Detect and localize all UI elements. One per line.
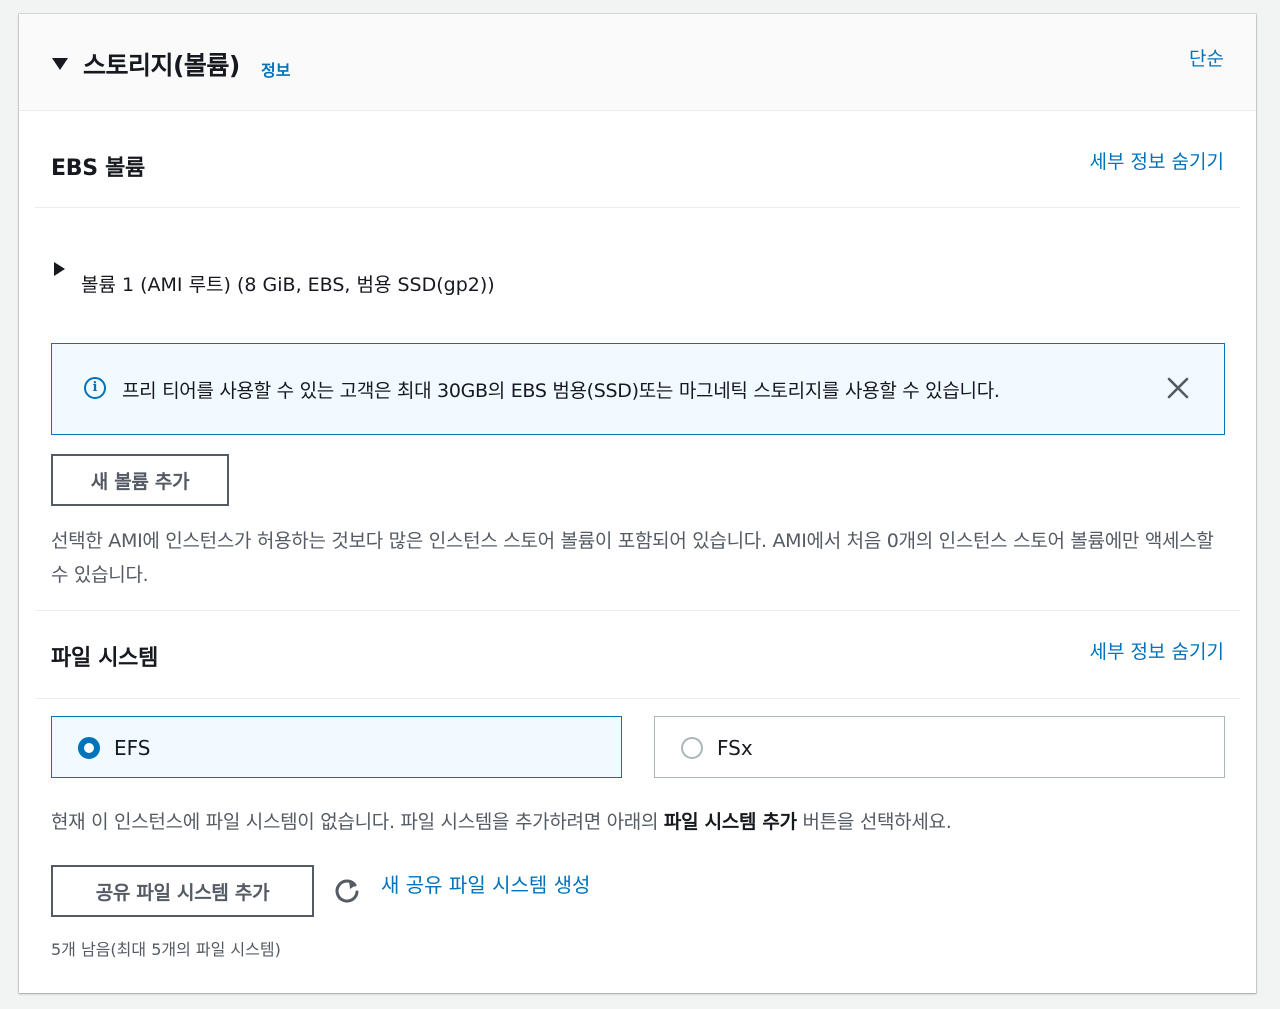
info-circle-icon: i: [84, 377, 106, 399]
ebs-hide-details-link[interactable]: 세부 정보 숨기기: [1090, 147, 1224, 174]
caret-down-icon[interactable]: [52, 58, 68, 70]
fsx-label: FSx: [717, 736, 753, 760]
fsx-radio-button[interactable]: [681, 737, 703, 759]
note-bold: 파일 시스템 추가: [663, 811, 797, 833]
efs-radio-button[interactable]: [78, 737, 100, 759]
free-tier-info-alert: i 프리 티어를 사용할 수 있는 고객은 최대 30GB의 EBS 범용(SS…: [51, 343, 1225, 435]
fsx-radio-tile[interactable]: FSx: [654, 716, 1225, 778]
alert-text: 프리 티어를 사용할 수 있는 고객은 최대 30GB의 EBS 범용(SSD)…: [122, 380, 1000, 402]
info-link[interactable]: 정보: [261, 57, 290, 81]
volume-1-item[interactable]: 볼륨 1 (AMI 루트) (8 GiB, EBS, 범용 SSD(gp2)): [81, 270, 495, 297]
section-title: 스토리지(볼륨): [83, 51, 240, 80]
add-shared-file-system-button[interactable]: 공유 파일 시스템 추가: [51, 865, 314, 917]
note-suffix: 버튼을 선택하세요.: [796, 811, 952, 833]
close-icon[interactable]: [1166, 376, 1190, 400]
file-system-note: 현재 이 인스턴스에 파일 시스템이 없습니다. 파일 시스템을 추가하려면 아…: [51, 805, 1221, 839]
storage-header: 스토리지(볼륨) 정보 단순: [19, 14, 1256, 111]
instance-store-note: 선택한 AMI에 인스턴스가 허용하는 것보다 많은 인스턴스 스토어 볼륨이 …: [51, 530, 1214, 586]
refresh-icon[interactable]: [333, 876, 361, 904]
divider: [35, 698, 1240, 699]
divider: [35, 610, 1240, 611]
simple-mode-link[interactable]: 단순: [1189, 44, 1224, 71]
storage-panel: 스토리지(볼륨) 정보 단순 EBS 볼륨 세부 정보 숨기기 볼륨 1 (AM…: [19, 14, 1256, 993]
note-prefix: 현재 이 인스턴스에 파일 시스템이 없습니다. 파일 시스템을 추가하려면 아…: [51, 811, 664, 833]
efs-label: EFS: [114, 736, 151, 760]
ebs-volumes-title: EBS 볼륨: [51, 156, 145, 181]
divider: [35, 207, 1240, 208]
remaining-count: 5개 남음(최대 5개의 파일 시스템): [51, 940, 281, 959]
add-volume-button[interactable]: 새 볼륨 추가: [51, 454, 229, 506]
caret-right-icon[interactable]: [54, 262, 65, 276]
create-shared-file-system-link[interactable]: 새 공유 파일 시스템 생성: [381, 869, 590, 898]
efs-radio-tile[interactable]: EFS: [51, 716, 622, 778]
fs-hide-details-link[interactable]: 세부 정보 숨기기: [1090, 637, 1224, 664]
file-system-title: 파일 시스템: [51, 646, 159, 671]
